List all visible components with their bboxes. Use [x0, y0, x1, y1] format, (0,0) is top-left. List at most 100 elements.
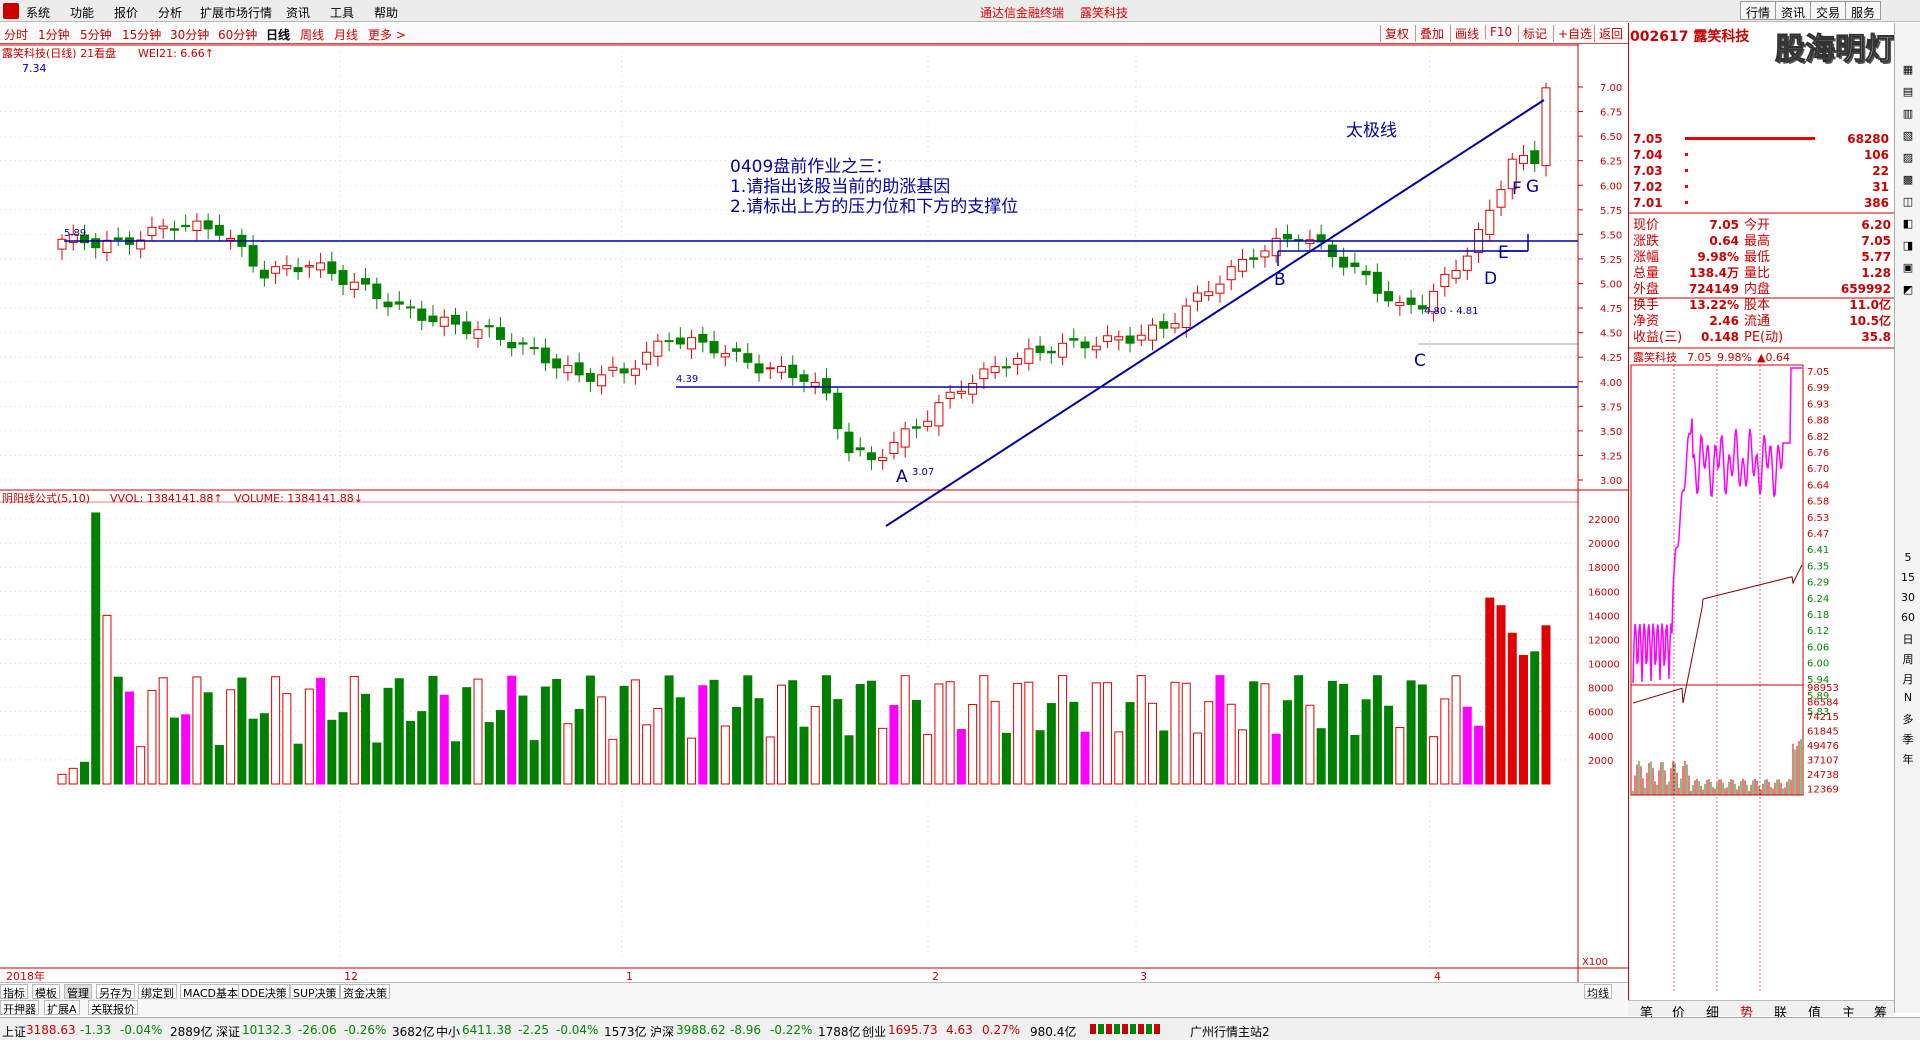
period-5min[interactable]: 5分钟 — [80, 26, 112, 43]
tab-indicator[interactable]: 指标 — [0, 984, 28, 1000]
tab-sup[interactable]: SUP决策 — [290, 984, 340, 1000]
volume-bar — [709, 679, 719, 785]
side-period-button[interactable]: 多 — [1898, 711, 1918, 727]
top-button-service[interactable]: 服务 — [1845, 1, 1882, 20]
app-logo-icon[interactable] — [3, 3, 19, 19]
candle-body — [1496, 189, 1506, 208]
period-weekly[interactable]: 周线 — [300, 26, 324, 43]
side-tool-icon[interactable]: ◫ — [1898, 195, 1918, 208]
volume-bar — [518, 695, 528, 785]
tool-back[interactable]: 返回 — [1594, 25, 1623, 42]
menu-news[interactable]: 资讯 — [286, 4, 310, 21]
side-tool-icon[interactable]: ▧ — [1898, 129, 1918, 142]
volume-bar — [91, 512, 101, 785]
idx-sh-chg: -1.33 — [80, 1023, 112, 1037]
tool-adjust[interactable]: 复权 — [1380, 25, 1409, 42]
volume-bar — [743, 675, 753, 785]
date-tick: 3 — [1140, 970, 1147, 982]
menu-analysis[interactable]: 分析 — [158, 4, 182, 21]
menu-function[interactable]: 功能 — [70, 4, 94, 21]
candle-body — [169, 228, 179, 231]
tab-macd[interactable]: MACD基本 — [180, 984, 241, 1000]
price-tick: 3.25 — [1600, 451, 1622, 462]
volume-bar — [720, 725, 730, 785]
volume-bar — [1350, 734, 1360, 785]
idx-sz-name[interactable]: 深证 — [216, 1023, 240, 1040]
side-period-button[interactable]: 60 — [1898, 611, 1918, 624]
kline-chart[interactable]: 露笑科技(日线) 21看盘 WEI21: 6.66↑ 7.34 5.89 4.3… — [0, 44, 1628, 982]
candle-body — [1114, 336, 1124, 341]
menu-quote[interactable]: 报价 — [114, 4, 138, 21]
candle-body — [113, 237, 123, 240]
side-tool-icon[interactable]: ◨ — [1898, 239, 1918, 252]
candle-body — [349, 281, 359, 290]
top-button-trade[interactable]: 交易 — [1810, 1, 1847, 20]
candle-body — [844, 431, 854, 454]
volume-bar — [585, 675, 595, 785]
period-15min[interactable]: 15分钟 — [122, 26, 161, 43]
side-period-button[interactable]: 15 — [1898, 571, 1918, 584]
menu-system[interactable]: 系统 — [26, 4, 50, 21]
side-period-button[interactable]: 30 — [1898, 591, 1918, 604]
tab-ma[interactable]: 均线 — [1584, 984, 1612, 1000]
idx-sh-name[interactable]: 上证 — [2, 1023, 26, 1040]
tool-draw[interactable]: 画线 — [1450, 25, 1479, 42]
tab-fund[interactable]: 资金决策 — [340, 984, 390, 1000]
tab-save-as[interactable]: 另存为 — [96, 984, 135, 1000]
menu-tools[interactable]: 工具 — [330, 4, 354, 21]
side-period-button[interactable]: 5 — [1898, 551, 1918, 564]
tab-bind[interactable]: 绑定到 — [138, 984, 177, 1000]
idx-cy-name[interactable]: 创业 — [862, 1023, 886, 1040]
volume-bar — [271, 676, 281, 785]
side-tool-icon[interactable]: ▤ — [1898, 85, 1918, 98]
candle-body — [990, 366, 1000, 374]
period-daily[interactable]: 日线 — [266, 26, 290, 43]
tool-add-watchlist[interactable]: +自选 — [1553, 25, 1592, 42]
side-period-button[interactable]: 季 — [1898, 731, 1918, 747]
top-button-news[interactable]: 资讯 — [1775, 1, 1812, 20]
ask-volume: 31 — [1872, 180, 1889, 194]
side-period-button[interactable]: 周 — [1898, 651, 1918, 667]
menu-help[interactable]: 帮助 — [374, 4, 398, 21]
side-period-button[interactable]: 年 — [1898, 751, 1918, 767]
volume-bar — [1440, 698, 1450, 785]
tab-template[interactable]: 模板 — [32, 984, 60, 1000]
side-tool-icon[interactable]: ◧ — [1898, 217, 1918, 230]
period-more[interactable]: 更多 > — [368, 26, 406, 43]
period-30min[interactable]: 30分钟 — [170, 26, 209, 43]
tool-overlay[interactable]: 叠加 — [1415, 25, 1444, 42]
tool-f10[interactable]: F10 — [1485, 25, 1512, 39]
period-60min[interactable]: 60分钟 — [218, 26, 257, 43]
period-1min[interactable]: 1分钟 — [38, 26, 70, 43]
idx-hs-name[interactable]: 沪深 — [650, 1023, 674, 1040]
tool-mark[interactable]: 标记 — [1518, 25, 1547, 42]
side-tool-icon[interactable]: ◩ — [1898, 283, 1918, 296]
side-tool-icon[interactable]: ▨ — [1898, 151, 1918, 164]
tab-opener[interactable]: 开押器 — [0, 1000, 39, 1016]
tab-dde[interactable]: DDE决策 — [238, 984, 290, 1000]
volume-bar — [1271, 733, 1281, 785]
period-timeshare[interactable]: 分时 — [4, 26, 28, 43]
candle-body — [866, 452, 876, 461]
side-period-button[interactable]: N — [1898, 691, 1918, 704]
volume-unit: X100 — [1582, 957, 1608, 968]
server-name[interactable]: 广州行情主站2 — [1190, 1023, 1270, 1040]
candle-body — [1485, 209, 1495, 235]
tab-related-quote[interactable]: 关联报价 — [88, 1000, 138, 1016]
menu-extended-market[interactable]: 扩展市场行情 — [200, 4, 272, 21]
side-tool-icon[interactable]: ▩ — [1898, 173, 1918, 186]
side-tool-icon[interactable]: ▦ — [1898, 63, 1918, 76]
quote-label: 总量 — [1633, 266, 1659, 281]
candle-body — [361, 278, 371, 285]
side-tool-icon[interactable]: ▣ — [1898, 261, 1918, 274]
top-button-quote[interactable]: 行情 — [1740, 1, 1777, 20]
side-period-button[interactable]: 日 — [1898, 631, 1918, 647]
tab-manage[interactable]: 管理 — [64, 984, 92, 1000]
idx-zx-name[interactable]: 中小 — [436, 1023, 460, 1040]
volume-bar — [1035, 730, 1045, 785]
side-period-button[interactable]: 月 — [1898, 671, 1918, 687]
price-tick: 7.00 — [1600, 83, 1622, 94]
side-tool-icon[interactable]: ▥ — [1898, 107, 1918, 120]
tab-extend-a[interactable]: 扩展A — [44, 1000, 80, 1016]
period-monthly[interactable]: 月线 — [334, 26, 358, 43]
